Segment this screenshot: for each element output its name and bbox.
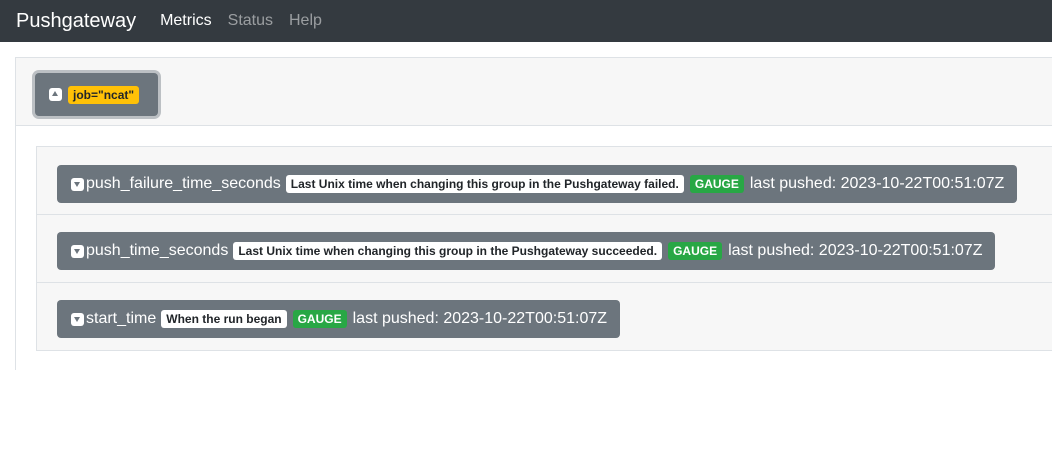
nav-link-status[interactable]: Status (228, 12, 273, 30)
group-label-badge: job="ncat" (68, 85, 140, 104)
nav-link-help[interactable]: Help (289, 12, 322, 30)
last-pushed-text: last pushed: 2023-10-22T00:51:07Z (352, 310, 608, 327)
metric-group-card: job="ncat" push_failure_time_seconds Las… (15, 57, 1052, 370)
metric-help-badge: Last Unix time when changing this group … (233, 242, 663, 260)
expand-down-icon (71, 177, 84, 191)
metric-name: start_time (86, 310, 157, 327)
metric-toggle-button[interactable]: push_failure_time_seconds Last Unix time… (57, 165, 1018, 203)
metric-toggle-button[interactable]: push_time_seconds Last Unix time when ch… (57, 232, 996, 270)
last-pushed-text: last pushed: 2023-10-22T00:51:07Z (749, 175, 1005, 192)
metric-help-badge: Last Unix time when changing this group … (285, 175, 684, 193)
navbar: Pushgateway Metrics Status Help (0, 0, 1052, 42)
last-pushed-text: last pushed: 2023-10-22T00:51:07Z (728, 242, 983, 259)
metric-toggle-button[interactable]: start_time When the run began GAUGE last… (57, 300, 621, 338)
metric-type-badge: GAUGE (668, 242, 723, 260)
metric-help-badge: When the run began (161, 310, 287, 328)
metrics-list: push_failure_time_seconds Last Unix time… (36, 146, 1052, 351)
metric-name: push_time_seconds (86, 242, 229, 259)
expand-down-icon (71, 312, 84, 326)
group-toggle-button[interactable]: job="ncat" (35, 73, 158, 116)
list-item: push_failure_time_seconds Last Unix time… (37, 147, 1052, 215)
metric-type-badge: GAUGE (689, 175, 744, 193)
metric-name: push_failure_time_seconds (86, 175, 281, 192)
list-item: push_time_seconds Last Unix time when ch… (37, 214, 1052, 282)
nav-link-metrics[interactable]: Metrics (160, 12, 212, 30)
list-item: start_time When the run began GAUGE last… (37, 282, 1052, 350)
group-header: job="ncat" (16, 58, 1052, 126)
collapse-up-icon (49, 88, 62, 101)
metric-type-badge: GAUGE (292, 310, 347, 328)
brand-link[interactable]: Pushgateway (16, 10, 136, 33)
expand-down-icon (71, 244, 84, 258)
